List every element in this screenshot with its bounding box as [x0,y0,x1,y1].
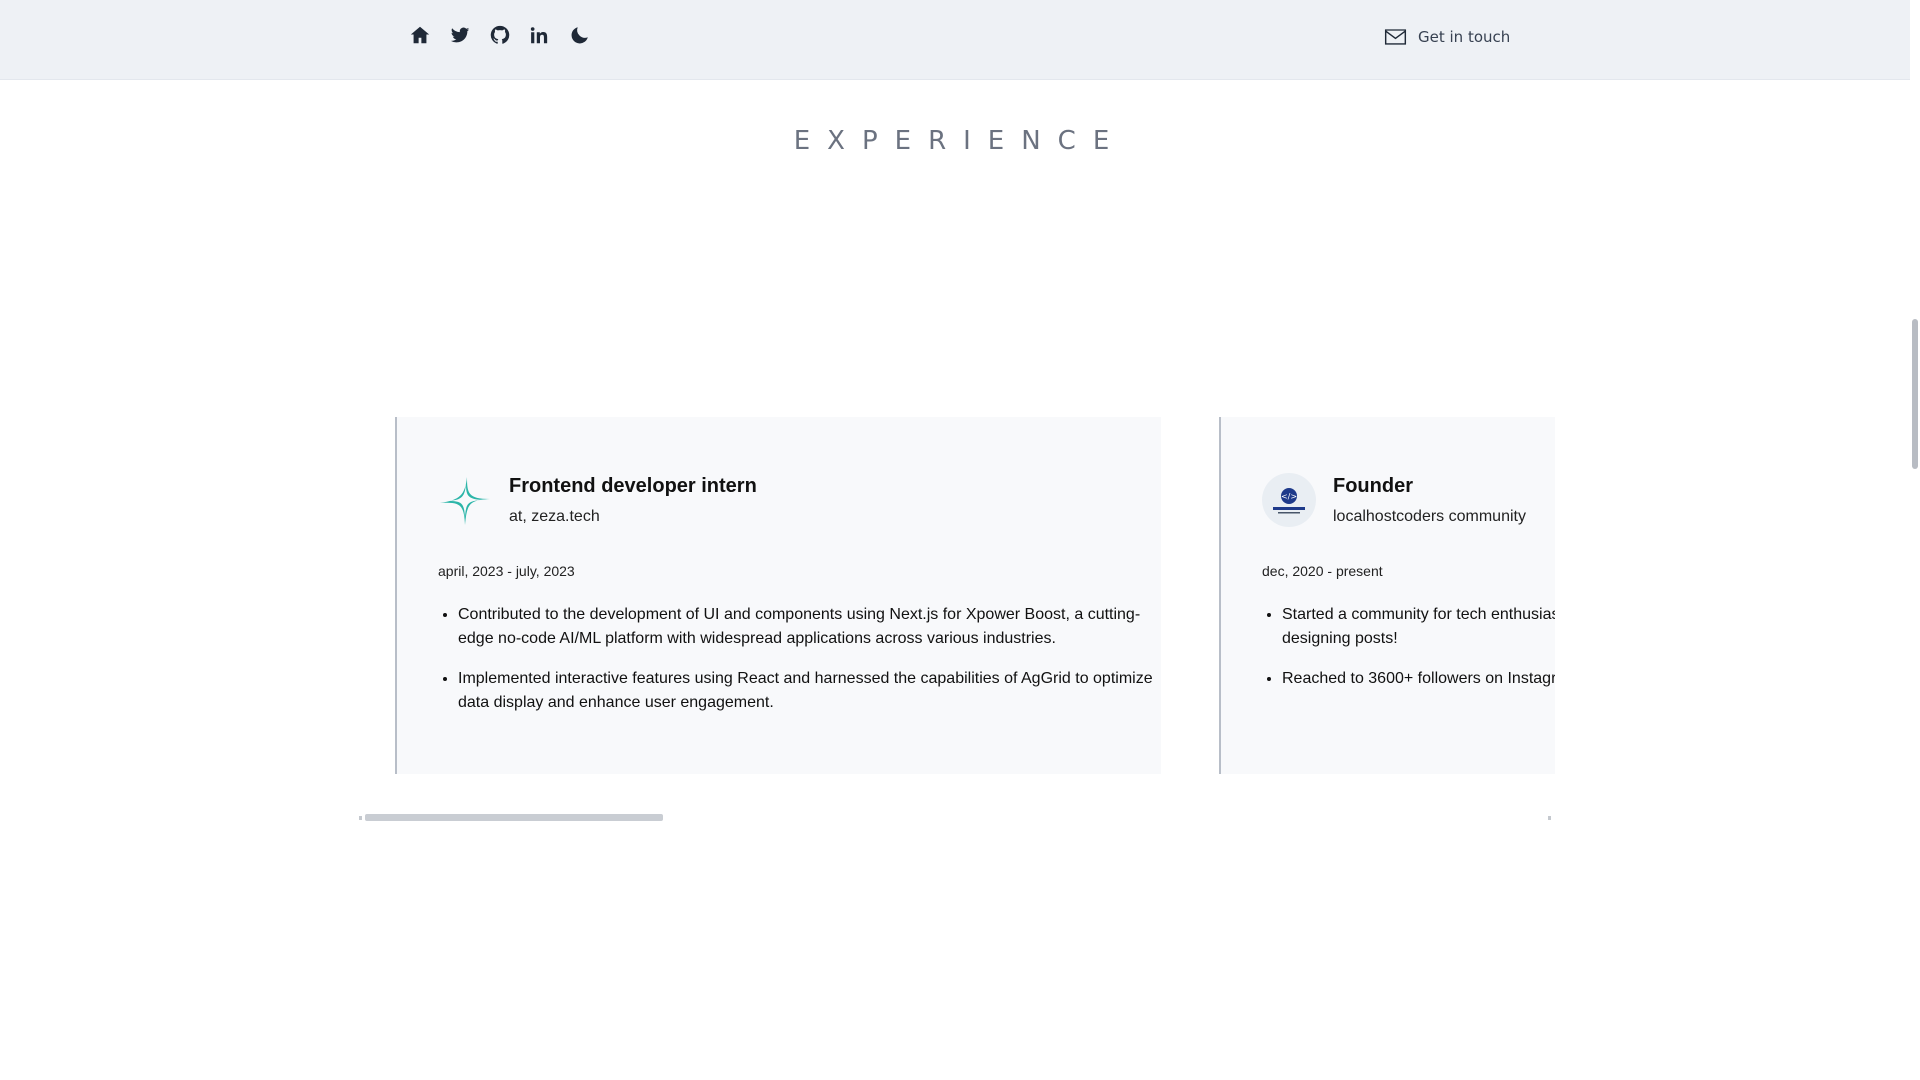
github-icon[interactable] [488,22,512,48]
list-item: Reached to 3600+ followers on Instagr [1282,667,1555,691]
linkedin-icon[interactable] [528,22,552,48]
svg-text:</>: </> [1281,492,1297,501]
envelope-icon [1384,29,1407,45]
list-item: Started a community for tech enthusiasde… [1282,603,1555,651]
carousel-scrollbar[interactable] [359,814,1551,822]
list-item: Implemented interactive features using R… [458,667,1158,715]
job-bullets: Started a community for tech enthusiasde… [1262,603,1555,707]
page-scrollbar-thumb[interactable] [1912,319,1918,469]
experience-carousel[interactable]: Frontend developer intern at, zeza.tech … [395,417,1555,774]
get-in-touch-label: Get in touch [1418,28,1511,46]
zeza-logo [438,473,492,527]
scroll-right-arrow[interactable] [1548,816,1551,820]
company-name: localhostcoders community [1333,508,1526,525]
experience-card: Frontend developer intern at, zeza.tech … [395,417,1161,774]
job-dates: dec, 2020 - present [1262,563,1383,579]
social-icons [408,22,592,48]
job-dates: april, 2023 - july, 2023 [438,563,575,579]
home-icon[interactable] [408,22,432,48]
company-name: at, zeza.tech [509,508,600,525]
scroll-left-arrow[interactable] [359,816,362,820]
list-item: Contributed to the development of UI and… [458,603,1158,651]
carousel-scrollbar-thumb[interactable] [365,814,663,821]
top-navbar: Get in touch [0,0,1910,80]
moon-icon[interactable] [568,22,592,48]
localhostcoders-logo: </> [1262,473,1316,527]
job-bullets: Contributed to the development of UI and… [438,603,1158,731]
section-title: EXPERIENCE [793,126,1127,156]
job-role: Frontend developer intern [509,475,757,497]
get-in-touch-link[interactable]: Get in touch [1384,28,1510,46]
experience-card: </> Founder localhostcoders community de… [1219,417,1555,774]
twitter-icon[interactable] [448,22,472,48]
job-role: Founder [1333,475,1413,497]
